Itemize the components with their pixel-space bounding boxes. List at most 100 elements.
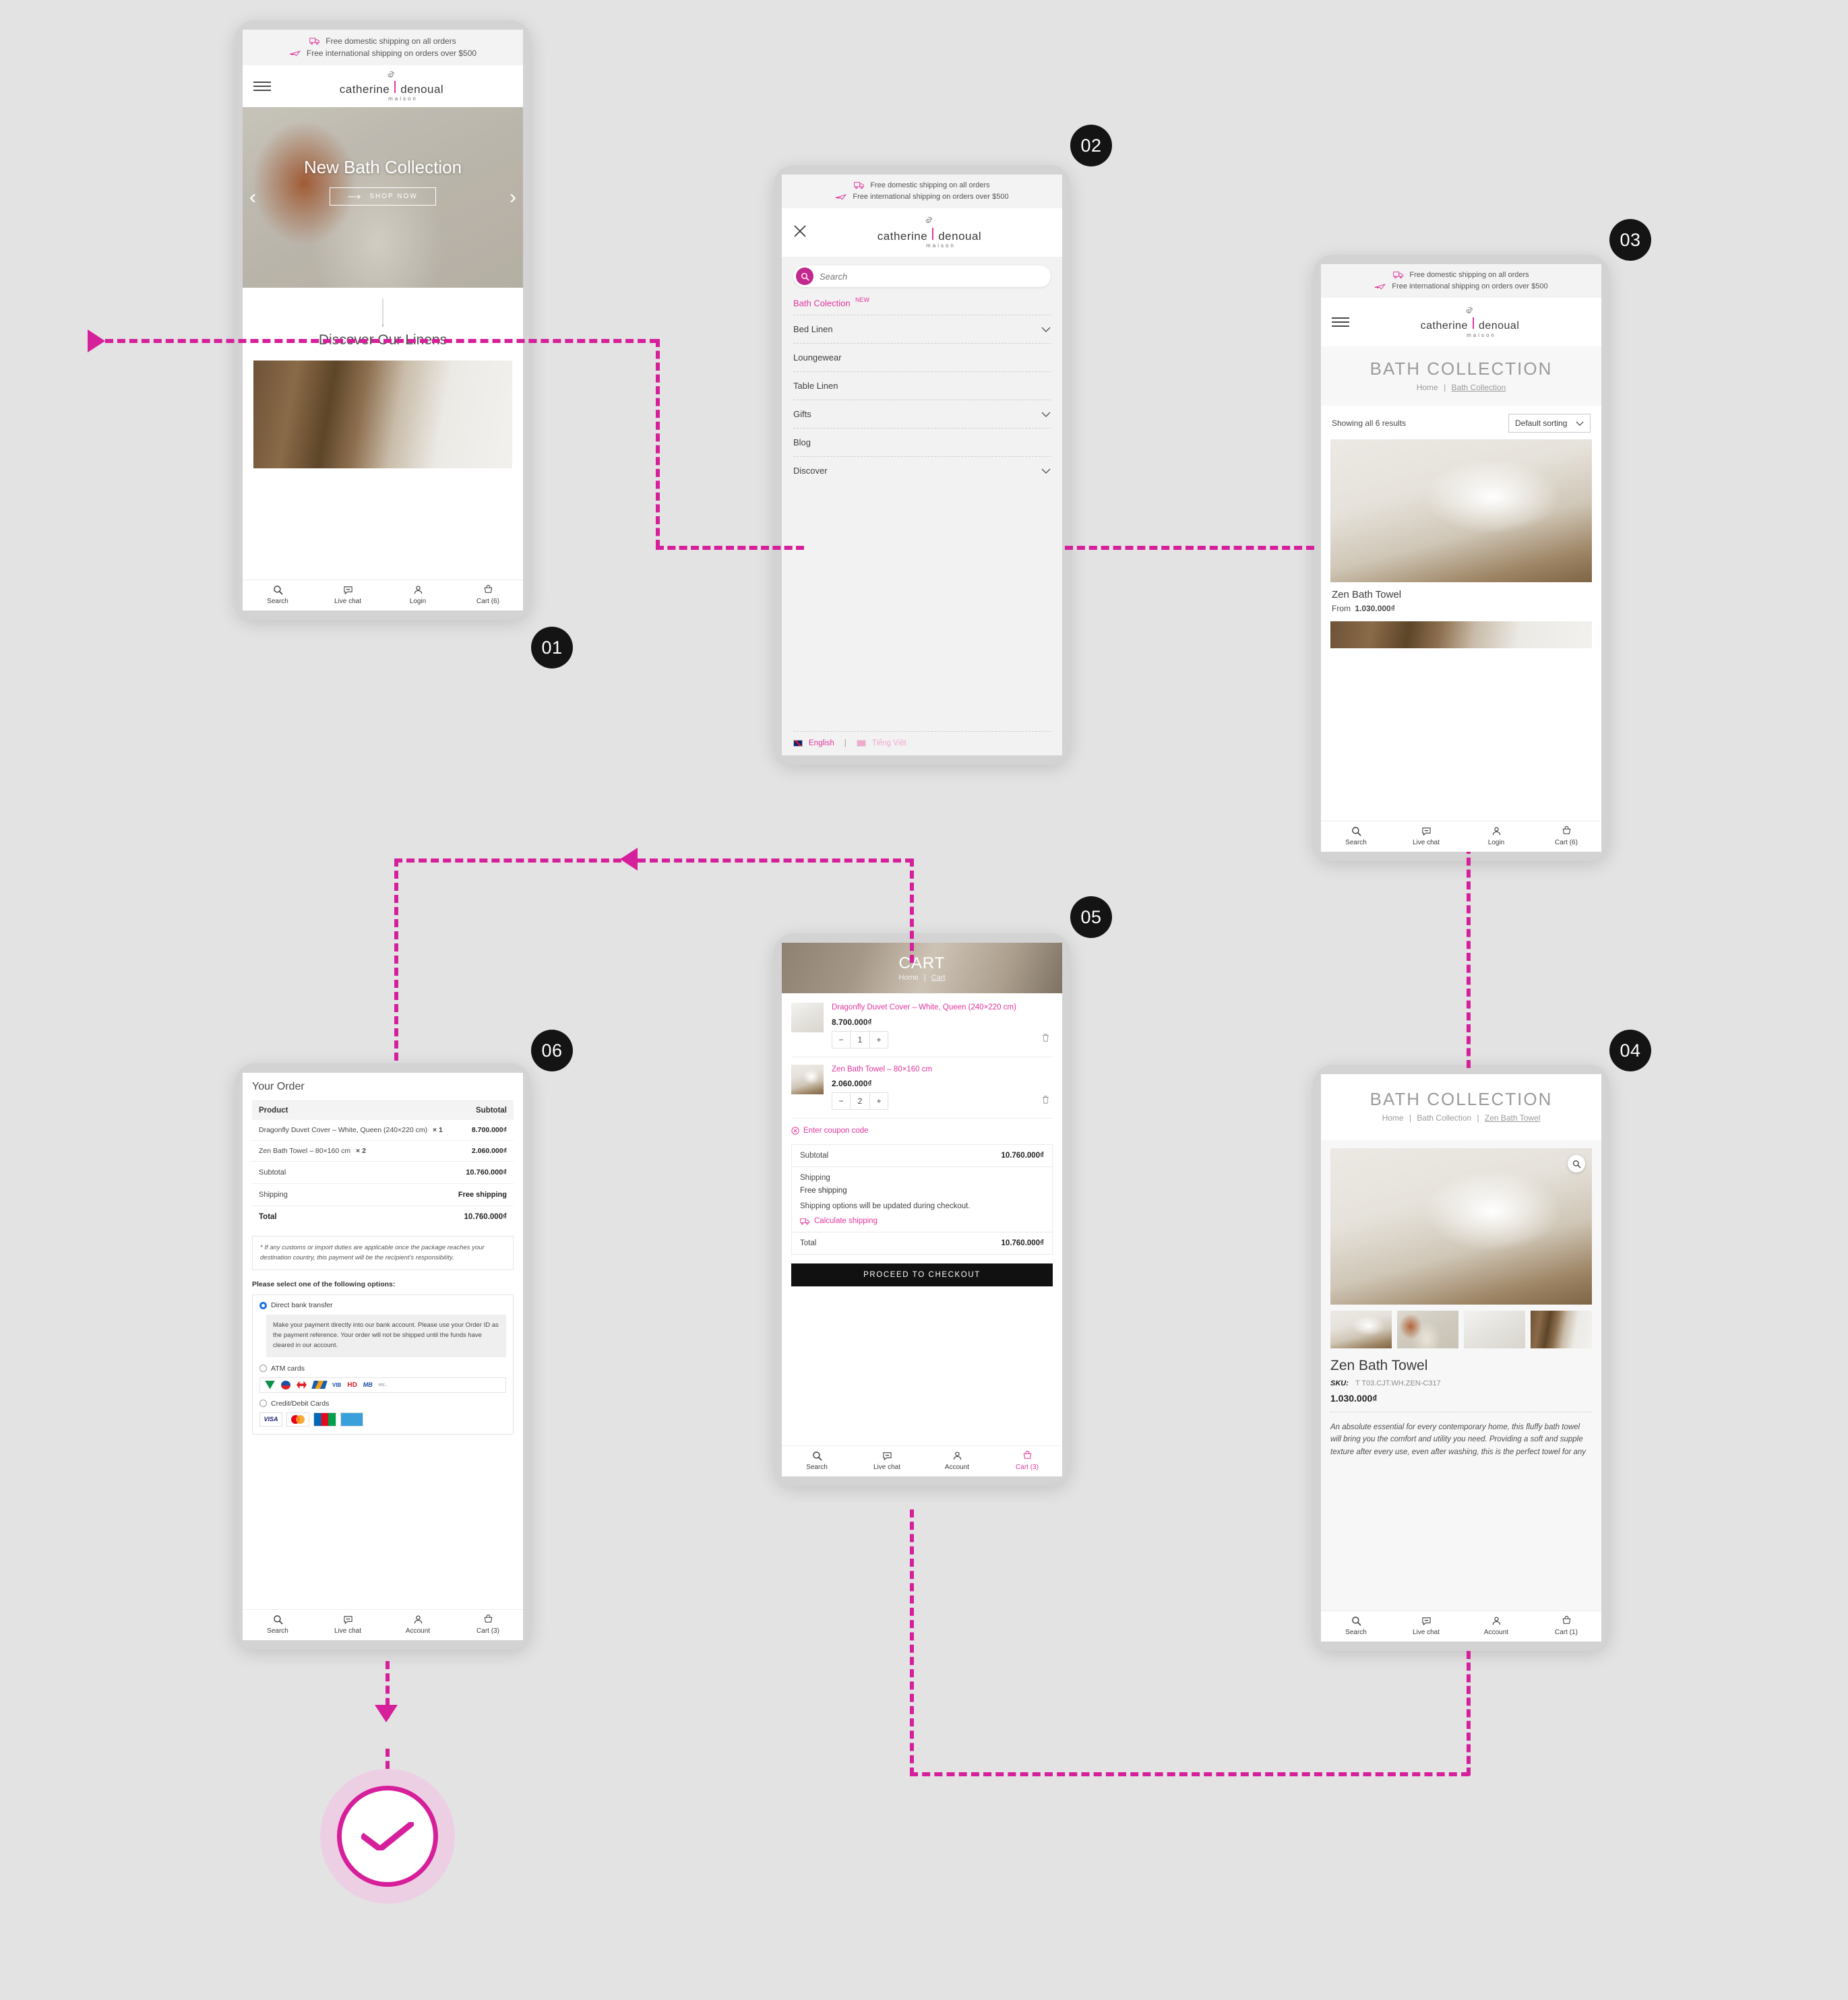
thumbnail-1[interactable] — [1330, 1311, 1392, 1348]
close-icon[interactable] — [793, 224, 807, 242]
language-english[interactable]: English — [809, 739, 834, 747]
nav-live-chat[interactable]: Live chat — [852, 1446, 922, 1476]
nav-cart[interactable]: Cart (6) — [1531, 821, 1601, 852]
brand-logo-02[interactable]: catherine denoual maison — [877, 216, 981, 249]
payment-option-atm[interactable]: ATM cards — [259, 1365, 506, 1373]
radio-credit-cards[interactable] — [259, 1400, 267, 1408]
menu-item-discover[interactable]: Discover — [793, 457, 1051, 485]
cart-item-thumb-1[interactable] — [791, 1003, 824, 1032]
nav-account[interactable]: Account — [1461, 1611, 1531, 1642]
nav-login[interactable]: Login — [383, 580, 453, 611]
sort-select[interactable]: Default sorting — [1508, 414, 1591, 433]
shop-now-button[interactable]: SHOP NOW — [330, 187, 436, 206]
site-header-01: catherine denoual maison — [243, 65, 523, 107]
order-line-1-value: 8.700.000₫ — [471, 1126, 507, 1134]
payment-option-credit-cards[interactable]: Credit/Debit Cards — [259, 1400, 506, 1408]
truck-icon — [800, 1218, 810, 1224]
nav-live-chat[interactable]: Live chat — [313, 580, 383, 611]
order-subtotal-value: 10.760.000₫ — [466, 1168, 507, 1177]
menu-item-loungewear[interactable]: Loungewear — [793, 344, 1051, 373]
nav-cart-label-05: Cart (3) — [1016, 1464, 1039, 1471]
nav-search[interactable]: Search — [243, 1610, 313, 1640]
breadcrumb-current-05[interactable]: Cart — [931, 974, 946, 982]
hero-carousel[interactable]: ‹ › New Bath Collection SHOP NOW — [243, 107, 523, 288]
thumbnail-2[interactable] — [1397, 1311, 1458, 1348]
remove-item-icon-2[interactable] — [1041, 1095, 1050, 1108]
product-card-image[interactable] — [1330, 439, 1592, 582]
bottom-nav-04: Search Live chat Account Cart (1) — [1321, 1611, 1601, 1642]
qty-minus-2[interactable]: − — [832, 1093, 850, 1109]
cart-item-thumb-2[interactable] — [791, 1064, 824, 1094]
menu-item-table-linen[interactable]: Table Linen — [793, 372, 1051, 401]
nav-cart[interactable]: Cart (3) — [992, 1446, 1062, 1476]
menu-item-bed-linen[interactable]: Bed Linen — [793, 315, 1051, 344]
nav-search-label-05: Search — [806, 1464, 828, 1471]
chevron-down-icon[interactable] — [1041, 327, 1051, 332]
menu-item-bath-collection[interactable]: Bath Colection NEW — [793, 287, 1051, 316]
brand-logo-03[interactable]: catherine denoual maison — [1421, 307, 1520, 338]
discover-image[interactable] — [253, 361, 512, 468]
remove-item-icon-1[interactable] — [1041, 1033, 1050, 1046]
truck-icon — [309, 37, 320, 45]
cart-item-name-1[interactable]: Dragonfly Duvet Cover – White, Queen (24… — [832, 1003, 1053, 1013]
product-card-image-next[interactable] — [1330, 621, 1592, 648]
chevron-down-icon[interactable] — [1041, 412, 1051, 417]
breadcrumb-04: Home | Bath Collection | Zen Bath Towel — [1321, 1113, 1601, 1123]
check-circle-icon — [361, 1822, 414, 1850]
qty-plus-2[interactable]: + — [870, 1093, 888, 1109]
thumbnail-4[interactable] — [1531, 1311, 1592, 1348]
nav-live-chat[interactable]: Live chat — [313, 1610, 383, 1640]
breadcrumb-home-04[interactable]: Home — [1382, 1113, 1404, 1123]
cart-shipping-note: Shipping options will be updated during … — [800, 1202, 971, 1211]
nav-search[interactable]: Search — [243, 580, 313, 611]
menu-icon[interactable] — [253, 82, 271, 91]
search-input[interactable] — [820, 271, 1016, 282]
product-card-name[interactable]: Zen Bath Towel — [1332, 589, 1591, 600]
qty-value-2[interactable]: 2 — [850, 1093, 870, 1110]
nav-cart[interactable]: Cart (1) — [1531, 1611, 1601, 1642]
search-icon[interactable] — [796, 268, 813, 285]
language-vietnamese[interactable]: Tiếng Việt — [872, 739, 906, 747]
qty-minus-1[interactable]: − — [832, 1032, 850, 1048]
nav-live-chat[interactable]: Live chat — [1391, 821, 1461, 852]
breadcrumb-collection-04[interactable]: Bath Collection — [1417, 1113, 1471, 1123]
payment-bank-description: Make your payment directly into our bank… — [266, 1315, 506, 1357]
thumbnail-3[interactable] — [1464, 1311, 1525, 1348]
radio-atm-cards[interactable] — [259, 1365, 267, 1373]
nav-search[interactable]: Search — [1321, 1611, 1391, 1642]
calculate-shipping-link[interactable]: Calculate shipping — [800, 1217, 877, 1225]
breadcrumb-current-03[interactable]: Bath Collection — [1452, 383, 1506, 392]
radio-bank-transfer[interactable] — [259, 1301, 267, 1309]
menu-icon[interactable] — [1332, 317, 1349, 327]
cart-item-name-2[interactable]: Zen Bath Towel – 80×160 cm — [832, 1065, 1053, 1075]
menu-item-blog[interactable]: Blog — [793, 429, 1051, 458]
brand-logo[interactable]: catherine denoual maison — [340, 71, 443, 102]
search-field-wrap[interactable] — [793, 265, 1051, 287]
zoom-icon[interactable] — [1568, 1155, 1585, 1173]
chevron-down-icon[interactable] — [1041, 468, 1051, 474]
proceed-to-checkout-button[interactable]: PROCEED TO CHECKOUT — [791, 1263, 1053, 1287]
cart-qty-stepper-1[interactable]: − 1 + — [832, 1030, 888, 1049]
breadcrumb-current-04[interactable]: Zen Bath Towel — [1485, 1113, 1541, 1123]
breadcrumb-home-05[interactable]: Home — [898, 974, 918, 982]
nav-account[interactable]: Account — [383, 1610, 453, 1640]
shipping-banner-03: Free domestic shipping on all orders Fre… — [1321, 264, 1601, 298]
product-main-image[interactable] — [1330, 1148, 1592, 1305]
payment-option-bank-transfer[interactable]: Direct bank transfer — [259, 1301, 506, 1309]
nav-live-chat[interactable]: Live chat — [1391, 1611, 1461, 1642]
cart-qty-stepper-2[interactable]: − 2 + — [832, 1092, 888, 1111]
nav-cart[interactable]: Cart (6) — [453, 580, 523, 611]
nav-search[interactable]: Search — [782, 1446, 852, 1476]
nav-cart[interactable]: Cart (3) — [453, 1610, 523, 1640]
nav-account[interactable]: Account — [922, 1446, 992, 1476]
chat-icon — [882, 1452, 892, 1461]
plane-icon — [835, 193, 847, 201]
nav-login[interactable]: Login — [1461, 821, 1531, 852]
breadcrumb-home-03[interactable]: Home — [1417, 383, 1438, 392]
qty-plus-1[interactable]: + — [870, 1032, 888, 1048]
coupon-link[interactable]: Enter coupon code — [791, 1127, 1053, 1135]
menu-item-gifts[interactable]: Gifts — [793, 400, 1051, 429]
qty-value-1[interactable]: 1 — [850, 1031, 870, 1048]
cart-shipping-value: Free shipping — [800, 1187, 847, 1195]
nav-search[interactable]: Search — [1321, 821, 1391, 852]
